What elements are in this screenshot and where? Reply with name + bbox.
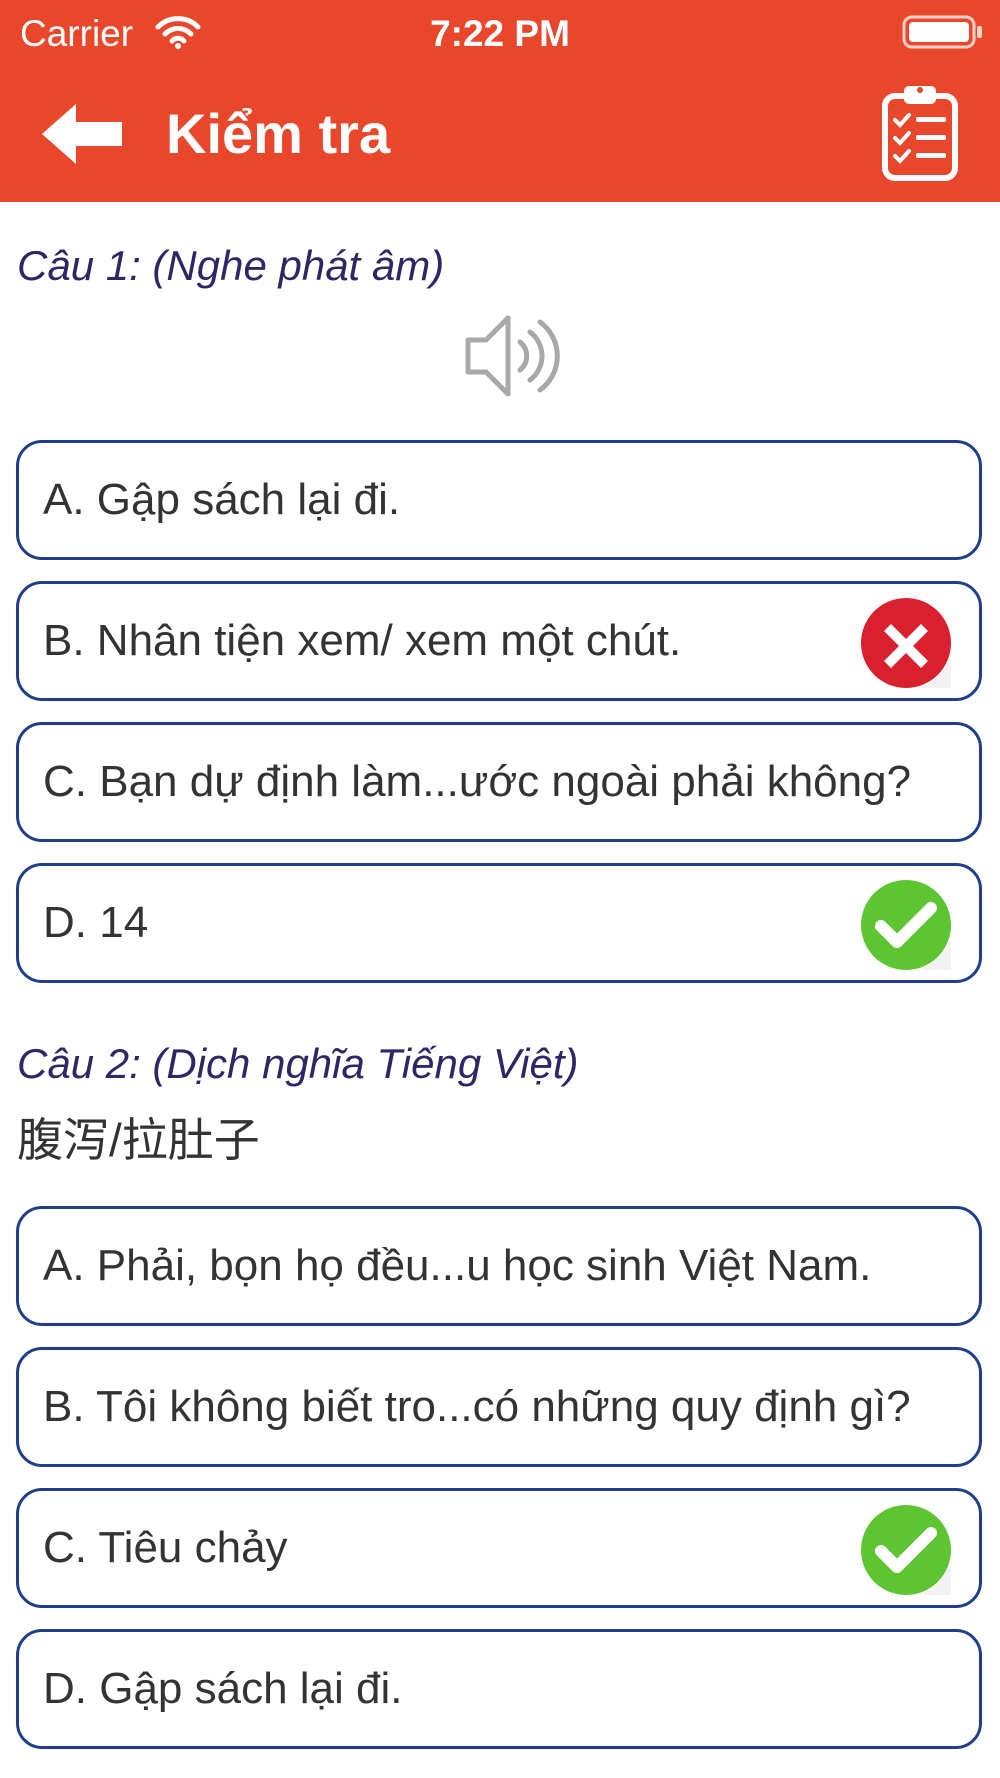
option-label: A. Gập sách lại đi. (43, 475, 401, 524)
question-title: Câu 1: (Nghe phát âm) (17, 242, 445, 289)
option-label: C. Bạn dự định làm...ước ngoài phải khôn… (43, 757, 912, 806)
answer-option[interactable]: B. Tôi không biết tro...có những quy địn… (16, 1347, 982, 1467)
answer-option[interactable]: D. Gập sách lại đi. (16, 1629, 982, 1749)
back-arrow-icon[interactable] (36, 98, 126, 170)
option-label: B. Nhân tiện xem/ xem một chút. (43, 616, 682, 665)
battery-icon (902, 15, 982, 49)
quiz-screen: Carrier 7:22 PM Kiểm tra Câu 1: (Nghe ph… (0, 0, 1000, 1778)
answer-option[interactable]: B. Nhân tiện xem/ xem một chút. (16, 581, 982, 701)
option-label: A. Phải, bọn họ đều...u học sinh Việt Na… (43, 1241, 872, 1290)
option-label: C. Tiêu chảy (43, 1523, 288, 1572)
question-prompt: 腹泻/拉肚子 (17, 1114, 260, 1166)
speaker-icon[interactable] (462, 310, 566, 402)
navigation-bar: Kiểm tra (0, 70, 1000, 202)
option-label: D. Gập sách lại đi. (43, 1664, 403, 1713)
clipboard-checklist-icon[interactable] (880, 82, 960, 182)
answer-option[interactable]: C. Tiêu chảy (16, 1488, 982, 1608)
answer-option[interactable]: A. Phải, bọn họ đều...u học sinh Việt Na… (16, 1206, 982, 1326)
question-title: Câu 2: (Dịch nghĩa Tiếng Việt) (17, 1040, 579, 1087)
header-bar: Carrier 7:22 PM Kiểm tra (0, 0, 1000, 202)
option-label: D. 14 (43, 898, 149, 947)
page-title: Kiểm tra (166, 102, 391, 165)
answer-option[interactable]: D. 14 (16, 863, 982, 983)
correct-check-icon (861, 880, 951, 970)
correct-check-icon (861, 1505, 951, 1595)
answer-option[interactable]: C. Bạn dự định làm...ước ngoài phải khôn… (16, 722, 982, 842)
option-label: B. Tôi không biết tro...có những quy địn… (43, 1382, 911, 1431)
status-bar: Carrier 7:22 PM (0, 0, 1000, 70)
answer-option[interactable]: A. Gập sách lại đi. (16, 440, 982, 560)
wrong-mark-icon (861, 598, 951, 688)
status-time: 7:22 PM (430, 13, 570, 54)
